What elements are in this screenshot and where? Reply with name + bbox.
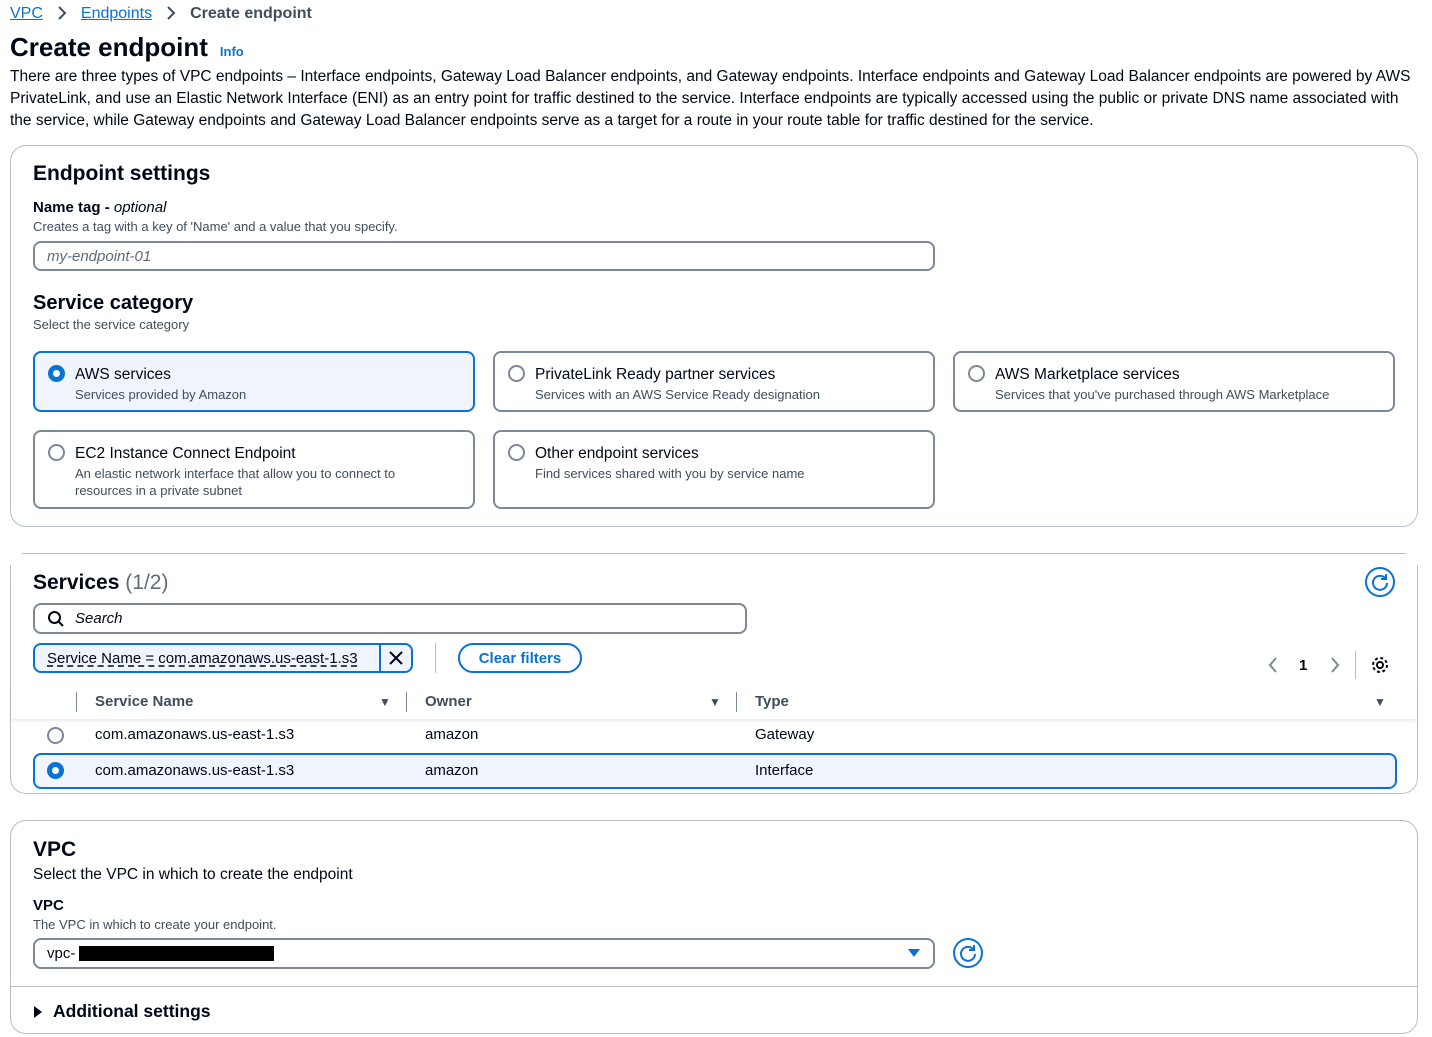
name-tag-placeholder: my-endpoint-01 — [47, 247, 152, 265]
search-icon — [48, 610, 64, 627]
services-search-input[interactable]: Search — [33, 603, 747, 634]
radio-aws-services[interactable] — [48, 365, 65, 382]
table-header: Service Name ▼ Owner ▼ Type ▼ — [11, 685, 1417, 719]
tile-title: PrivateLink Ready partner services — [535, 366, 776, 383]
cell-type: Interface — [755, 762, 814, 779]
column-header-service-name[interactable]: Service Name — [95, 693, 193, 710]
close-icon[interactable] — [379, 645, 411, 671]
radio-aws-marketplace[interactable] — [968, 365, 985, 382]
tile-privatelink-partner[interactable]: PrivateLink Ready partner services Servi… — [493, 351, 935, 412]
vpc-section-description: Select the VPC in which to create the en… — [33, 866, 353, 883]
vpc-section-title: VPC — [33, 838, 77, 861]
caret-right-icon — [34, 1005, 42, 1018]
tile-description: Services that you've purchased through A… — [995, 387, 1330, 402]
column-separator — [406, 692, 407, 712]
filter-chip: Service Name = com.amazonaws.us-east-1.s… — [33, 643, 413, 673]
tile-title: Other endpoint services — [535, 445, 699, 462]
service-category-title: Service category — [33, 292, 194, 314]
services-top-divider — [22, 553, 1406, 554]
chevron-right-icon[interactable] — [1329, 655, 1341, 680]
tile-title: AWS services — [75, 366, 171, 383]
radio-privatelink-partner[interactable] — [508, 365, 525, 382]
tile-title: AWS Marketplace services — [995, 366, 1180, 383]
cell-type: Gateway — [755, 726, 815, 743]
services-count: (1/2) — [125, 571, 169, 594]
radio-other-endpoint-services[interactable] — [508, 444, 525, 461]
name-tag-label: Name tag - optional — [33, 199, 167, 216]
refresh-services-button[interactable] — [1365, 567, 1395, 597]
sort-caret-icon[interactable]: ▼ — [1374, 695, 1386, 709]
caret-down-icon — [907, 945, 921, 962]
page-description: There are three types of VPC endpoints –… — [10, 68, 1411, 129]
vpc-select[interactable]: vpc- — [33, 938, 935, 969]
chevron-right-icon — [57, 5, 67, 24]
table-row-selected[interactable]: com.amazonaws.us-east-1.s3 amazon Interf… — [33, 753, 1397, 789]
filter-divider — [435, 643, 436, 673]
chevron-right-icon — [166, 5, 176, 24]
cell-owner: amazon — [425, 726, 479, 743]
sort-caret-icon[interactable]: ▼ — [709, 695, 721, 709]
page-header: Create endpoint Info — [10, 32, 244, 63]
vpc-field-label: VPC — [33, 897, 64, 914]
tile-aws-services[interactable]: AWS services Services provided by Amazon — [33, 351, 475, 412]
additional-settings-toggle[interactable]: Additional settings — [33, 1001, 211, 1022]
column-separator — [76, 692, 77, 712]
services-container: Services (1/2) Search Service Name = com… — [10, 565, 1418, 794]
additional-settings-label: Additional settings — [53, 1001, 211, 1021]
radio-ec2-instance-connect[interactable] — [48, 444, 65, 461]
page-number[interactable]: 1 — [1299, 657, 1307, 674]
tile-aws-marketplace[interactable]: AWS Marketplace services Services that y… — [953, 351, 1395, 412]
name-tag-optional: optional — [113, 199, 167, 216]
gear-icon[interactable] — [1371, 656, 1389, 679]
filter-chip-label[interactable]: Service Name = com.amazonaws.us-east-1.s… — [35, 645, 379, 671]
refresh-icon — [1372, 574, 1388, 591]
cell-owner: amazon — [425, 762, 479, 779]
service-category-description: Select the service category — [33, 317, 190, 332]
tile-description: Services with an AWS Service Ready desig… — [535, 387, 820, 402]
page-title: Create endpoint — [10, 32, 208, 62]
pagination-divider — [1355, 651, 1356, 679]
breadcrumb-vpc-link[interactable]: VPC — [10, 5, 43, 23]
refresh-vpc-button[interactable] — [953, 938, 983, 968]
breadcrumb-endpoints-link[interactable]: Endpoints — [81, 5, 152, 23]
tile-title: EC2 Instance Connect Endpoint — [75, 445, 296, 462]
redacted-vpc-id — [79, 946, 275, 961]
row-radio[interactable] — [47, 727, 64, 744]
column-separator — [736, 692, 737, 712]
vpc-field-description: The VPC in which to create your endpoint… — [33, 917, 277, 932]
cell-service-name: com.amazonaws.us-east-1.s3 — [95, 762, 295, 779]
name-tag-input[interactable]: my-endpoint-01 — [33, 241, 935, 271]
tile-description: Services provided by Amazon — [75, 387, 247, 402]
tile-other-endpoint-services[interactable]: Other endpoint services Find services sh… — [493, 430, 935, 509]
cell-service-name: com.amazonaws.us-east-1.s3 — [95, 726, 295, 743]
column-header-owner[interactable]: Owner — [425, 693, 472, 710]
vpc-value-prefix: vpc- — [47, 945, 76, 962]
endpoint-settings-container: Endpoint settings Name tag - optional Cr… — [10, 145, 1418, 527]
breadcrumb-current: Create endpoint — [190, 5, 312, 22]
info-link[interactable]: Info — [220, 44, 244, 59]
row-radio-selected[interactable] — [47, 762, 64, 779]
services-title: Services — [33, 571, 120, 594]
table-row[interactable]: com.amazonaws.us-east-1.s3 amazon Gatewa… — [33, 720, 1397, 752]
services-header: Services (1/2) — [33, 571, 168, 595]
tile-ec2-instance-connect[interactable]: EC2 Instance Connect Endpoint An elastic… — [33, 430, 475, 509]
vpc-divider — [11, 986, 1417, 987]
tile-description: An elastic network interface that allow … — [75, 466, 396, 498]
sort-caret-icon[interactable]: ▼ — [379, 695, 391, 709]
vpc-container: VPC Select the VPC in which to create th… — [10, 820, 1418, 1034]
name-tag-description: Creates a tag with a key of 'Name' and a… — [33, 219, 398, 234]
breadcrumb: VPC Endpoints Create endpoint — [10, 4, 312, 24]
chevron-left-icon[interactable] — [1267, 655, 1279, 680]
search-placeholder: Search — [75, 610, 123, 627]
tile-description: Find services shared with you by service… — [535, 466, 805, 481]
column-header-type[interactable]: Type — [755, 693, 789, 710]
refresh-icon — [960, 945, 976, 962]
endpoint-settings-title: Endpoint settings — [33, 162, 211, 185]
clear-filters-button[interactable]: Clear filters — [458, 643, 582, 673]
name-tag-label-text: Name tag — [33, 199, 101, 216]
